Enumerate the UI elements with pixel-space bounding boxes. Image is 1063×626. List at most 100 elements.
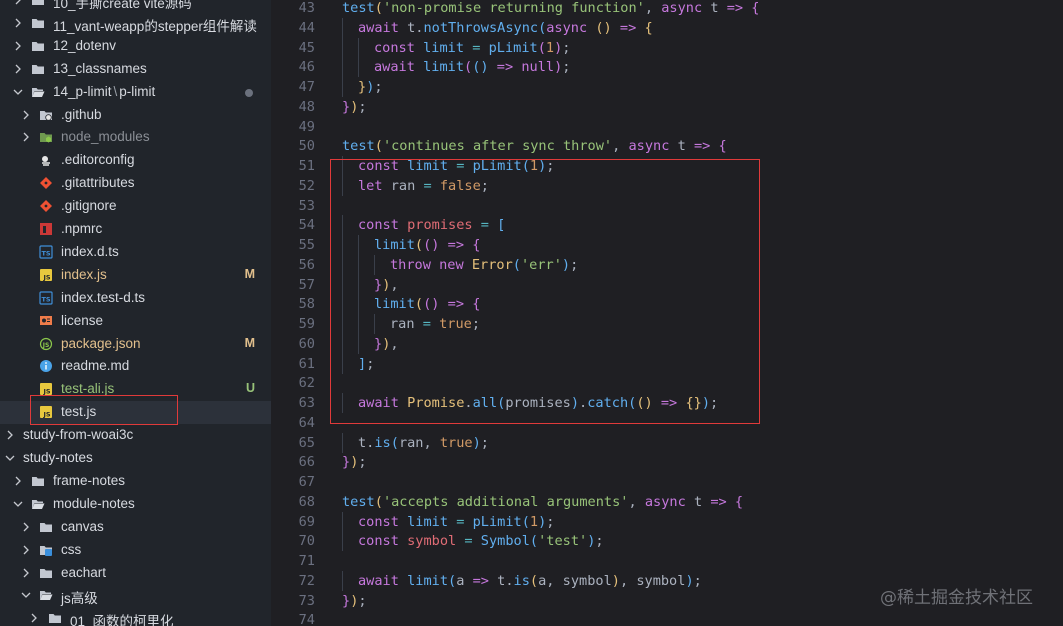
code-token: 1: [545, 40, 555, 56]
code-line[interactable]: 47});: [271, 77, 1063, 97]
tree-item-name: canvas: [61, 519, 104, 534]
code-line[interactable]: 69 const limit = pLimit(1);: [271, 512, 1063, 532]
code-token: const: [374, 40, 415, 56]
chevron-right-icon[interactable]: [4, 429, 16, 441]
tree-item-name: test-ali.js: [61, 381, 115, 396]
chevron-right-icon[interactable]: [12, 40, 24, 52]
line-number: 69: [298, 514, 315, 530]
tree-item[interactable]: css: [0, 539, 271, 562]
tree-item-name: node_modules: [61, 129, 150, 144]
tree-item[interactable]: frame-notes: [0, 470, 271, 493]
chevron-right-icon[interactable]: [12, 63, 24, 75]
line-number: 64: [298, 415, 315, 431]
tree-item-label: js高级: [61, 587, 98, 607]
tree-item[interactable]: module-notes: [0, 493, 271, 516]
code-token: ;: [595, 533, 604, 549]
chevron-right-icon[interactable]: [20, 131, 32, 143]
code-line[interactable]: 70 const symbol = Symbol('test');: [271, 531, 1063, 551]
tree-item[interactable]: eachart: [0, 562, 271, 585]
chevron-right-icon[interactable]: [12, 17, 24, 29]
code-line[interactable]: 66});: [271, 452, 1063, 472]
code-token: =>: [726, 0, 744, 16]
tree-item-label: .npmrc: [61, 221, 102, 236]
code-line[interactable]: 74: [271, 610, 1063, 626]
chevron-down-icon[interactable]: [12, 86, 24, 98]
tree-item[interactable]: study-from-woai3c: [0, 424, 271, 447]
chevron-down-icon[interactable]: [20, 589, 32, 601]
code-token: (: [374, 0, 383, 16]
tree-item-name-suffix: p-limit: [119, 84, 156, 99]
tree-item[interactable]: .gitattributes: [0, 172, 271, 195]
tree-item[interactable]: canvas: [0, 516, 271, 539]
chevron-right-icon[interactable]: [20, 109, 32, 121]
tree-item[interactable]: study-notes: [0, 447, 271, 470]
chevron-right-icon[interactable]: [20, 521, 32, 533]
code-token: ;: [562, 59, 571, 75]
tree-item[interactable]: .npmrc: [0, 218, 271, 241]
code-line[interactable]: 44 await t.notThrowsAsync(async () => {: [271, 18, 1063, 38]
code-token: null: [521, 59, 555, 75]
chevron-right-icon[interactable]: [20, 567, 32, 579]
code-token: test: [342, 138, 375, 154]
code-token: =>: [710, 494, 727, 510]
tree-item[interactable]: 14_p-limit \ p-limit: [0, 81, 271, 104]
chevron-right-icon[interactable]: [28, 612, 40, 624]
tree-item[interactable]: JS package.json M: [0, 333, 271, 356]
chevron-right-icon[interactable]: [12, 0, 24, 6]
code-line[interactable]: 67: [271, 472, 1063, 492]
tree-item-label: .github: [61, 107, 102, 122]
chevron-down-icon[interactable]: [12, 498, 24, 510]
chevron-down-icon[interactable]: [4, 452, 16, 464]
code-line[interactable]: 68 test('accepts additional arguments', a…: [271, 492, 1063, 512]
tree-item-name: 01_函数的柯里化: [70, 614, 174, 626]
tree-item[interactable]: .editorconfig: [0, 149, 271, 172]
code-line[interactable]: 49: [271, 117, 1063, 137]
tree-item[interactable]: 01_函数的柯里化: [0, 607, 271, 626]
tree-item-name: 14_p-limit: [53, 84, 112, 99]
code-line[interactable]: 46 await limit(() => null);: [271, 57, 1063, 77]
tree-item[interactable]: .gitignore: [0, 195, 271, 218]
code-token: ;: [358, 99, 367, 115]
code-content: const limit = pLimit(1);: [358, 512, 554, 532]
line-number: 66: [298, 454, 315, 470]
code-token: a: [456, 573, 473, 589]
line-number: 74: [298, 612, 315, 626]
line-number: 48: [298, 99, 315, 115]
tree-item[interactable]: 12_dotenv: [0, 35, 271, 58]
code-line[interactable]: 43 test('non-promise returning function',…: [271, 0, 1063, 18]
tree-item[interactable]: js高级: [0, 584, 271, 607]
code-token: ): [611, 573, 620, 589]
tree-item[interactable]: node_modules: [0, 126, 271, 149]
tree-item[interactable]: 10_手撕create vite源码: [0, 0, 271, 12]
chevron-right-icon[interactable]: [20, 544, 32, 556]
folder-open-icon: [31, 497, 45, 511]
tree-item-label: css: [61, 542, 81, 557]
tree-item[interactable]: license: [0, 310, 271, 333]
tree-item[interactable]: JS index.js M: [0, 264, 271, 287]
tree-item[interactable]: 11_vant-weapp的stepper组件解读: [0, 12, 271, 35]
code-line[interactable]: 50 test('continues after sync throw', asy…: [271, 136, 1063, 156]
chevron-right-icon[interactable]: [12, 475, 24, 487]
code-token: (): [595, 20, 612, 36]
code-line[interactable]: 45 const limit = pLimit(1);: [271, 38, 1063, 58]
tree-item[interactable]: .github: [0, 104, 271, 127]
code-line[interactable]: 48});: [271, 97, 1063, 117]
javascript-icon: JS: [39, 268, 53, 282]
tree-item[interactable]: TS index.test-d.ts: [0, 287, 271, 310]
tree-item-label: frame-notes: [53, 473, 125, 488]
tree-item[interactable]: TS index.d.ts: [0, 241, 271, 264]
tree-item-name: 10_手撕create vite源码: [53, 0, 192, 11]
code-content: });: [342, 97, 367, 117]
folder-icon: [39, 520, 53, 534]
code-line[interactable]: 71: [271, 551, 1063, 571]
code-token: }: [342, 593, 351, 609]
tree-item[interactable]: 13_classnames: [0, 58, 271, 81]
code-token: }: [342, 99, 351, 115]
tree-item[interactable]: readme.md: [0, 355, 271, 378]
code-line[interactable]: 65 t.is(ran, true);: [271, 433, 1063, 453]
code-content: test('non-promise returning function', a…: [342, 0, 759, 18]
